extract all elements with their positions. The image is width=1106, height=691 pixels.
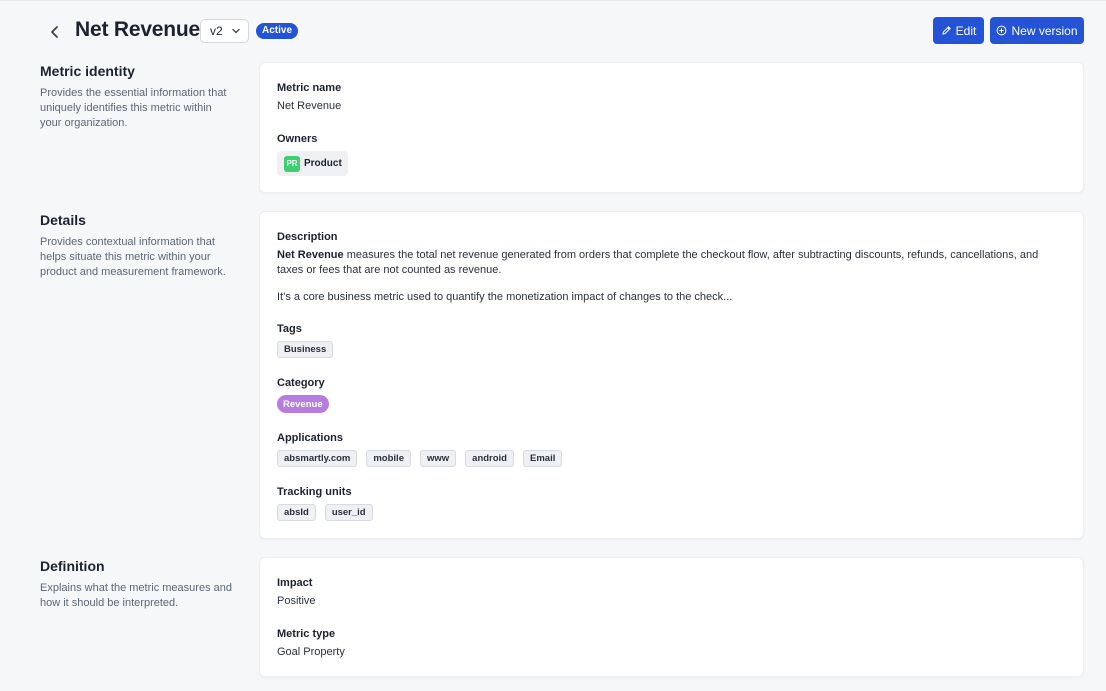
owner-avatar: PR [284, 155, 300, 172]
owner-name: Product [304, 158, 342, 169]
version-select[interactable]: v2 [200, 19, 249, 43]
metric-name-label: Metric name [277, 82, 342, 94]
edit-button[interactable]: Edit [933, 17, 984, 44]
category-pill[interactable]: Revenue [277, 395, 329, 413]
tags-label: Tags [277, 323, 302, 335]
owners-label: Owners [277, 133, 318, 145]
page-header: Net Revenue v2 Active Edit New version [0, 0, 1106, 62]
tags-list: Business [277, 341, 334, 358]
new-version-button[interactable]: New version [990, 17, 1084, 44]
applications-list: absmartly.com mobile www android Email [277, 450, 563, 467]
metric-type-label: Metric type [277, 628, 336, 640]
tracking-units-list: absId user_id [277, 504, 373, 521]
description-label: Description [277, 231, 338, 243]
chevron-down-icon [232, 28, 240, 34]
section-title-identity: Metric identity [40, 63, 135, 79]
description-para2: It’s a core business metric used to quan… [277, 291, 733, 303]
tag-chip[interactable]: Business [277, 341, 334, 358]
application-chip[interactable]: www [419, 450, 457, 467]
application-chip[interactable]: absmartly.com [277, 450, 358, 467]
section-desc-identity: Provides the essential information that … [40, 87, 227, 129]
application-chip[interactable]: mobile [366, 450, 411, 467]
identity-card: Metric name Net Revenue Owners PR Produc… [259, 62, 1084, 193]
metric-name-value: Net Revenue [277, 100, 342, 112]
impact-label: Impact [277, 577, 313, 589]
application-chip[interactable]: android [465, 450, 514, 467]
application-chip[interactable]: Email [523, 450, 563, 467]
edit-label: Edit [955, 23, 977, 38]
chevron-left-icon [51, 26, 58, 38]
plus-circle-icon [997, 25, 1007, 36]
back-button[interactable] [45, 22, 65, 42]
category-label: Category [277, 377, 325, 389]
tracking-unit-chip[interactable]: absId [277, 504, 316, 521]
tracking-units-label: Tracking units [277, 486, 352, 498]
version-value: v2 [210, 24, 223, 38]
description-text: Net Revenue measures the total net reven… [277, 248, 1067, 278]
owner-chip[interactable]: PR Product [277, 151, 348, 176]
section-title-definition: Definition [40, 558, 105, 574]
definition-card: Impact Positive Metric type Goal Propert… [259, 557, 1084, 677]
impact-value: Positive [277, 595, 316, 607]
page-title: Net Revenue [75, 18, 201, 41]
details-card: Description Net Revenue measures the tot… [259, 211, 1084, 539]
applications-label: Applications [277, 432, 344, 444]
status-badge: Active [256, 23, 299, 39]
section-desc-details: Provides contextual information that hel… [40, 236, 226, 278]
metric-type-value: Goal Property [277, 646, 345, 658]
description-rest: measures the total net revenue generated… [277, 249, 1039, 276]
section-desc-definition: Explains what the metric measures and ho… [40, 582, 232, 609]
tracking-unit-chip[interactable]: user_id [324, 504, 373, 521]
description-bold: Net Revenue [277, 249, 344, 261]
new-version-label: New version [1011, 23, 1078, 38]
pencil-icon [941, 26, 951, 35]
section-title-details: Details [40, 212, 86, 228]
